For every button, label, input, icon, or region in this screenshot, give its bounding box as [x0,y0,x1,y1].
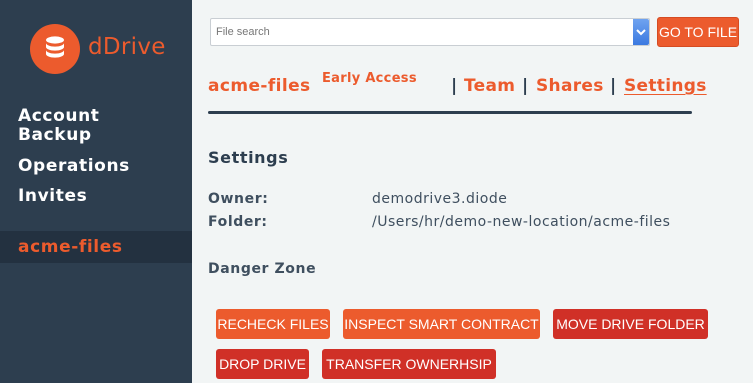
folder-label: Folder: [208,214,268,230]
sidebar-item-operations[interactable]: Operations [18,157,130,176]
app-name: dDrive [88,34,166,60]
early-access-badge: Early Access [322,71,417,86]
transfer-ownership-button[interactable]: TRANSFER OWNERHSIP [322,349,496,379]
go-to-file-button[interactable]: GO TO FILE [657,17,739,47]
chevron-down-icon [636,29,646,36]
tab-settings[interactable]: Settings [624,76,707,96]
owner-label: Owner: [208,191,269,207]
folder-value: /Users/hr/demo-new-location/acme-files [372,214,671,230]
move-drive-folder-button[interactable]: MOVE DRIVE FOLDER [553,309,708,339]
drive-title: acme-files [208,76,311,96]
sidebar: dDrive Account Backup Operations Invites… [0,0,192,383]
danger-zone-heading: Danger Zone [208,261,317,277]
logo [30,24,80,74]
inspect-smart-contract-button[interactable]: INSPECT SMART CONTRACT [343,309,540,339]
header-divider [208,111,692,114]
drop-drive-button[interactable]: DROP DRIVE [216,349,309,379]
file-search[interactable] [210,18,650,46]
sidebar-item-invites[interactable]: Invites [18,187,87,206]
tab-separator: | [522,76,529,96]
tab-shares[interactable]: Shares [536,76,604,96]
tab-separator: | [451,76,458,96]
sidebar-item-acme-files[interactable]: acme-files [0,231,192,263]
sidebar-item-label: acme-files [18,237,123,257]
database-icon [46,36,64,58]
tab-separator: | [610,76,617,96]
tab-team[interactable]: Team [464,76,515,96]
search-input[interactable] [211,19,633,45]
search-dropdown-toggle[interactable] [633,19,649,45]
sidebar-item-account-backup[interactable]: Account Backup [18,107,158,145]
recheck-files-button[interactable]: RECHECK FILES [216,309,330,339]
owner-value: demodrive3.diode [372,191,508,207]
settings-heading: Settings [208,148,289,167]
